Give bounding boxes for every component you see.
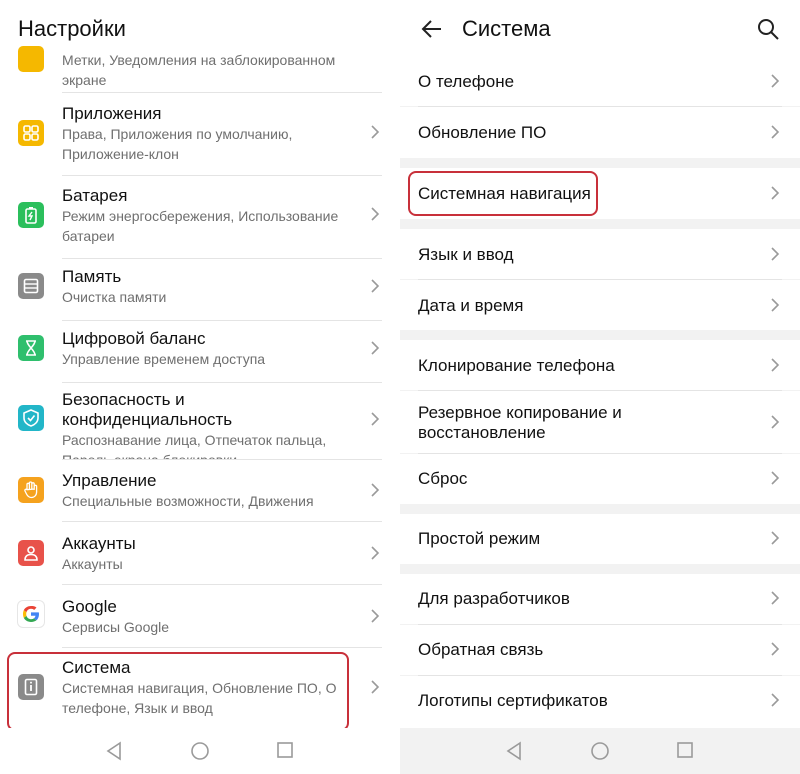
apps-icon — [18, 120, 44, 146]
item-subtitle: Метки, Уведомления на заблокированном — [62, 52, 336, 68]
item-title: Клонирование телефона — [418, 356, 615, 375]
item-title: Управление — [62, 471, 157, 490]
item-subtitle: Права, Приложения по умолчанию, — [62, 126, 293, 142]
storage-icon — [18, 273, 44, 299]
item-subtitle: Аккаунты — [62, 556, 123, 572]
list-item-storage[interactable]: Память Очистка памяти — [0, 259, 396, 320]
item-subtitle: Приложение-клон — [62, 146, 179, 162]
chevron-right-icon — [771, 591, 780, 605]
item-title: О телефоне — [418, 72, 515, 91]
chevron-right-icon — [771, 642, 780, 656]
item-title: Простой режим — [418, 529, 541, 548]
battery-icon — [18, 202, 44, 228]
back-nav-icon[interactable] — [505, 741, 523, 761]
chevron-right-icon — [771, 415, 780, 429]
list-item-google[interactable]: Google Сервисы Google — [0, 585, 396, 647]
list-item-lockscreen-partial[interactable]: Метки, Уведомления на заблокированном эк… — [0, 46, 396, 92]
page-title: Система — [462, 16, 551, 41]
list-item-reset[interactable]: Сброс — [400, 454, 800, 504]
item-title: восстановление — [418, 423, 546, 442]
chevron-right-icon — [771, 531, 780, 545]
navigation-bar — [0, 728, 396, 774]
item-title: Сброс — [418, 469, 468, 488]
chevron-right-icon — [771, 693, 780, 707]
list-item-language-input[interactable]: Язык и ввод — [400, 229, 800, 279]
hand-icon — [18, 477, 44, 503]
item-subtitle: экране — [62, 72, 107, 88]
item-subtitle: батареи — [62, 228, 115, 244]
chevron-right-icon — [771, 247, 780, 261]
list-item-developer-options[interactable]: Для разработчиков — [400, 574, 800, 624]
item-title: Обратная связь — [418, 640, 544, 659]
home-nav-icon[interactable] — [190, 741, 210, 761]
item-title: Для разработчиков — [418, 589, 570, 608]
hourglass-icon — [18, 335, 44, 361]
search-icon[interactable] — [756, 17, 780, 41]
item-title: Google — [62, 597, 117, 616]
notification-icon — [18, 46, 44, 72]
page-title: Настройки — [18, 16, 126, 41]
home-nav-icon[interactable] — [590, 741, 610, 761]
list-item-security[interactable]: Безопасность и конфиденциальность Распоз… — [0, 383, 396, 468]
list-item-feedback[interactable]: Обратная связь — [400, 625, 800, 675]
item-title: Безопасность и конфиденциальность — [62, 390, 233, 429]
chevron-right-icon — [371, 207, 380, 221]
recents-nav-icon[interactable] — [676, 741, 694, 759]
chevron-right-icon — [371, 279, 380, 293]
item-title: Обновление ПО — [418, 123, 547, 142]
list-item-about-phone[interactable]: О телефоне — [400, 58, 800, 106]
system-pane: Система О телефоне Обновление ПО Системн… — [400, 0, 800, 774]
item-subtitle: Распознавание лица, Отпечаток пальца, — [62, 432, 327, 448]
item-title: Дата и время — [418, 296, 524, 315]
chevron-right-icon — [771, 74, 780, 88]
system-header: Система — [400, 0, 800, 58]
chevron-right-icon — [371, 483, 380, 497]
chevron-right-icon — [371, 341, 380, 355]
list-item-accounts[interactable]: Аккаунты Аккаунты — [0, 522, 396, 584]
item-title: Логотипы сертификатов — [418, 691, 608, 710]
list-item-control[interactable]: Управление Специальные возможности, Движ… — [0, 460, 396, 521]
item-title: Цифровой баланс — [62, 329, 206, 348]
item-title: Память — [62, 267, 122, 286]
item-subtitle: Специальные возможности, Движения — [62, 493, 314, 509]
chevron-right-icon — [371, 125, 380, 139]
chevron-right-icon — [771, 125, 780, 139]
item-title: Приложения — [62, 104, 162, 123]
chevron-right-icon — [371, 412, 380, 426]
item-subtitle: Режим энергосбережения, Использование — [62, 208, 339, 224]
item-subtitle: Очистка памяти — [62, 289, 167, 305]
item-subtitle: Сервисы Google — [62, 619, 170, 635]
item-title: Батарея — [62, 186, 128, 205]
chevron-right-icon — [771, 471, 780, 485]
back-arrow-icon[interactable] — [420, 17, 444, 41]
list-item-phone-clone[interactable]: Клонирование телефона — [400, 340, 800, 390]
back-nav-icon[interactable] — [105, 741, 123, 761]
chevron-right-icon — [371, 609, 380, 623]
recents-nav-icon[interactable] — [276, 741, 294, 759]
item-title: Язык и ввод — [418, 245, 514, 264]
system-highlight-box — [7, 652, 349, 731]
item-title: Аккаунты — [62, 534, 136, 553]
list-item-certification-logos[interactable]: Логотипы сертификатов — [400, 676, 800, 728]
navigation-bar — [400, 728, 800, 774]
sysnav-highlight-box — [408, 171, 598, 216]
list-item-battery[interactable]: Батарея Режим энергосбережения, Использо… — [0, 176, 396, 258]
google-icon — [18, 601, 44, 627]
list-item-date-time[interactable]: Дата и время — [400, 280, 800, 330]
account-icon — [18, 540, 44, 566]
chevron-right-icon — [371, 546, 380, 560]
settings-pane: Настройки Метки, Уведомления на заблокир… — [0, 0, 396, 774]
chevron-right-icon — [771, 358, 780, 372]
chevron-right-icon — [771, 186, 780, 200]
list-item-backup-restore[interactable]: Резервное копирование и восстановление — [400, 391, 800, 453]
item-subtitle: Управление временем доступа — [62, 351, 266, 367]
list-item-digital-balance[interactable]: Цифровой баланс Управление временем дост… — [0, 321, 396, 382]
shield-icon — [18, 405, 44, 431]
chevron-right-icon — [371, 680, 380, 694]
chevron-right-icon — [771, 298, 780, 312]
list-item-simple-mode[interactable]: Простой режим — [400, 514, 800, 564]
list-item-apps[interactable]: Приложения Права, Приложения по умолчани… — [0, 93, 396, 175]
list-item-software-update[interactable]: Обновление ПО — [400, 107, 800, 158]
item-title: Резервное копирование и — [418, 403, 622, 422]
